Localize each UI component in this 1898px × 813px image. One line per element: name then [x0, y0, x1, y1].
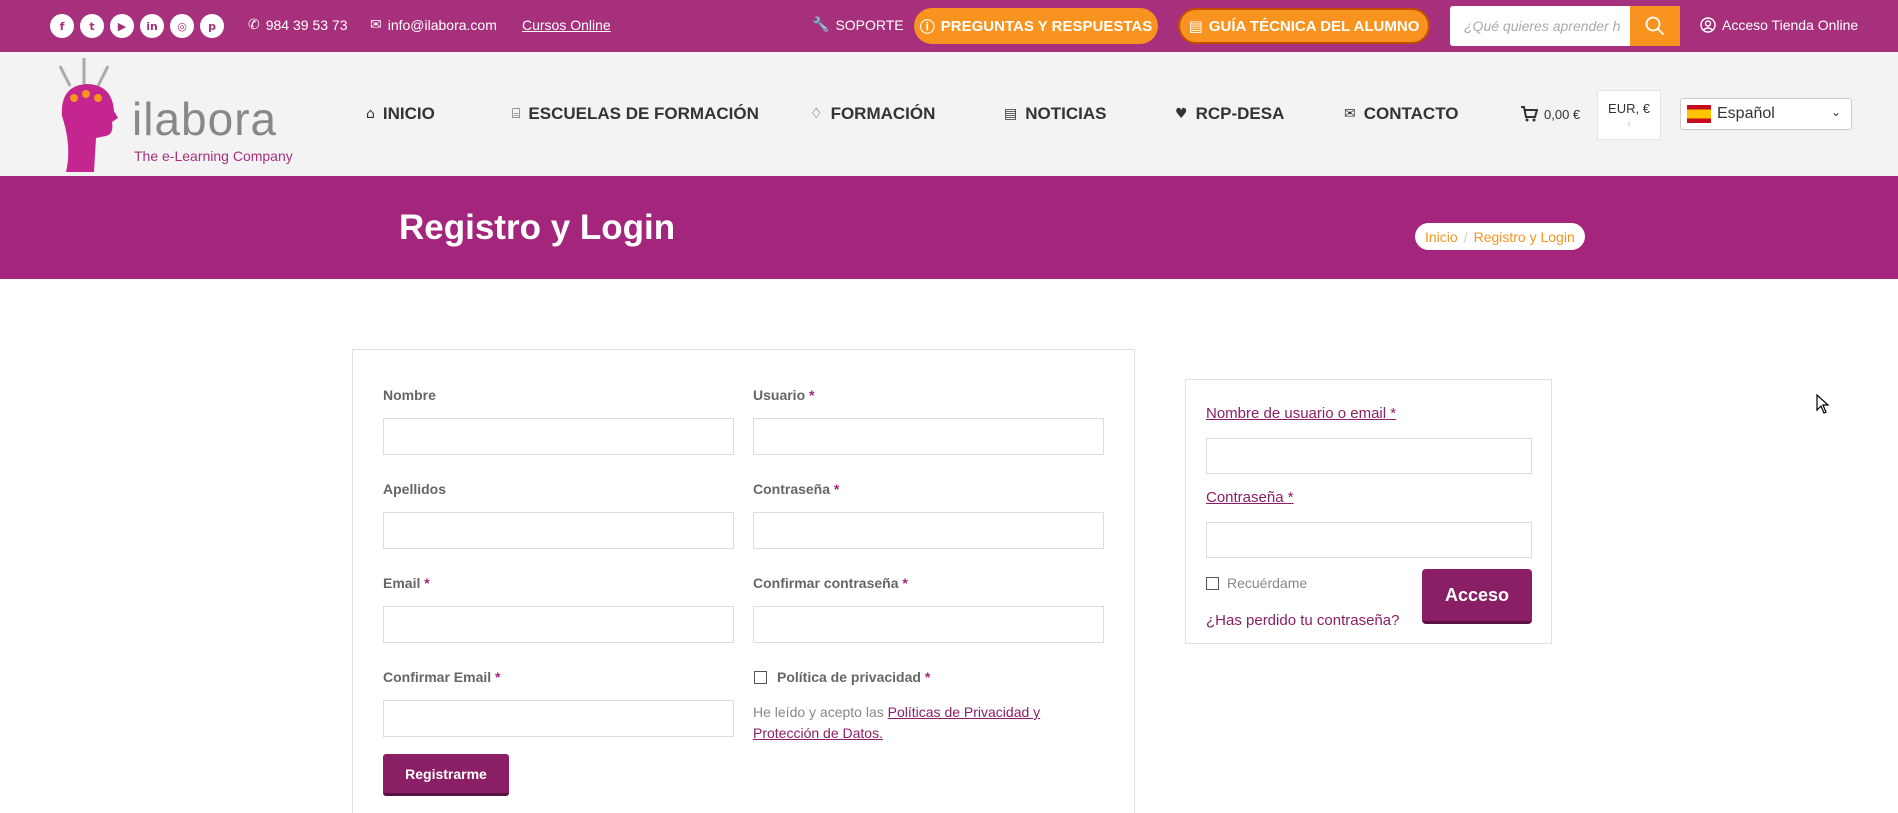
- breadcrumb-separator: /: [1463, 228, 1468, 245]
- cart-total: 0,00 €: [1544, 106, 1581, 122]
- home-icon: ⌂: [366, 106, 375, 122]
- support-label: SOPORTE: [835, 17, 904, 33]
- bank-icon: ⌸: [512, 106, 521, 122]
- nav-formacion[interactable]: ♢ FORMACIÓN: [810, 52, 935, 176]
- wrench-icon: 🔧: [812, 17, 830, 33]
- login-form: Nombre de usuario o email * Contraseña *…: [1185, 379, 1552, 644]
- login-username-label: Nombre de usuario o email *: [1206, 405, 1397, 422]
- breadcrumb-home[interactable]: Inicio: [1425, 229, 1458, 245]
- lost-password-link[interactable]: ¿Has perdido tu contraseña?: [1206, 612, 1399, 629]
- faq-button[interactable]: ⓘ PREGUNTAS Y RESPUESTAS: [914, 8, 1158, 44]
- envelope-icon: ✉: [1344, 106, 1356, 122]
- social-links: f t ▶ in ◎ p: [50, 14, 224, 38]
- twitter-icon[interactable]: t: [80, 14, 104, 38]
- registration-form: Nombre Usuario * Apellidos Contraseña * …: [352, 349, 1135, 813]
- cart-icon: [1521, 106, 1538, 122]
- nav-label: CONTACTO: [1363, 104, 1459, 123]
- head-logo-icon: [58, 58, 118, 172]
- remember-checkbox[interactable]: [1206, 576, 1219, 590]
- courses-link[interactable]: Cursos Online: [522, 17, 611, 33]
- privacy-checkbox[interactable]: [754, 671, 767, 684]
- store-access-link[interactable]: Acceso Tienda Online: [1700, 17, 1858, 33]
- phone-contact[interactable]: ✆ 984 39 53 73: [248, 17, 347, 33]
- heartbeat-icon: ♥: [1175, 106, 1188, 122]
- logo-wordmark: ilabora: [132, 93, 278, 145]
- nav-label: FORMACIÓN: [830, 104, 936, 123]
- nav-contacto[interactable]: ✉ CONTACTO: [1344, 52, 1459, 176]
- book-icon: ▤: [1188, 17, 1203, 35]
- login-password-label: Contraseña *: [1206, 489, 1294, 506]
- search-icon: [1645, 16, 1665, 36]
- cart-link[interactable]: 0,00 €: [1520, 52, 1580, 176]
- page-title: Registro y Login: [399, 208, 676, 247]
- ilabora-logo[interactable]: ilabora The e-Learning Company: [52, 56, 302, 174]
- login-button[interactable]: Acceso: [1422, 569, 1532, 624]
- confirm-email-field[interactable]: [383, 700, 734, 737]
- email-field[interactable]: [383, 606, 734, 643]
- store-access-label: Acceso Tienda Online: [1722, 17, 1859, 33]
- email-contact[interactable]: ✉ info@ilabora.com: [370, 17, 497, 33]
- confirm-password-field[interactable]: [753, 606, 1104, 643]
- envelope-icon: ✉: [370, 17, 382, 33]
- top-bar: f t ▶ in ◎ p ✆ 984 39 53 73 ✉ info@ilabo…: [0, 0, 1898, 52]
- login-username-field[interactable]: [1206, 438, 1532, 474]
- phone-number: 984 39 53 73: [265, 17, 348, 33]
- nav-rcp-desa[interactable]: ♥ RCP-DESA: [1175, 52, 1284, 176]
- newspaper-icon: ▤: [1004, 106, 1018, 122]
- confirm-password-label: Confirmar contraseña *: [753, 575, 908, 591]
- last-name-label: Apellidos: [383, 481, 447, 497]
- language-value: Español: [1717, 105, 1775, 122]
- search-input[interactable]: ¿Qué quieres aprender h: [1450, 6, 1630, 46]
- breadcrumb-current: Registro y Login: [1473, 228, 1575, 245]
- info-icon: ⓘ: [919, 17, 935, 36]
- phone-icon: ✆: [248, 17, 260, 33]
- facebook-icon[interactable]: f: [50, 14, 74, 38]
- graduation-cap-icon: ♢: [810, 106, 823, 122]
- guide-button[interactable]: ▤ GUÍA TÉCNICA DEL ALUMNO: [1178, 8, 1430, 44]
- nav-label: ESCUELAS DE FORMACIÓN: [528, 104, 759, 123]
- page-title-band: Registro y Login Inicio / Registro y Log…: [0, 176, 1898, 279]
- register-button[interactable]: Registrarme: [383, 754, 509, 796]
- logo-tagline: The e-Learning Company: [134, 148, 293, 164]
- currency-value: EUR, €: [1608, 101, 1650, 116]
- spain-flag-icon: [1687, 105, 1711, 123]
- email-address: info@ilabora.com: [387, 17, 497, 33]
- faq-label: PREGUNTAS Y RESPUESTAS: [940, 17, 1153, 35]
- nav-noticias[interactable]: ▤ NOTICIAS: [1004, 52, 1106, 176]
- nav-label: NOTICIAS: [1025, 104, 1107, 123]
- nav-escuelas[interactable]: ⌸ ESCUELAS DE FORMACIÓN: [512, 52, 759, 176]
- search-button[interactable]: [1630, 6, 1680, 46]
- password-label: Contraseña *: [753, 481, 840, 497]
- login-password-field[interactable]: [1206, 522, 1532, 558]
- first-name-field[interactable]: [383, 418, 734, 455]
- username-field[interactable]: [753, 418, 1104, 455]
- first-name-label: Nombre: [383, 387, 436, 403]
- confirm-email-label: Confirmar Email *: [383, 669, 501, 685]
- email-label: Email *: [383, 575, 430, 591]
- chevron-left-icon: ‹: [1627, 116, 1631, 130]
- currency-switcher[interactable]: EUR, € ‹: [1597, 90, 1661, 140]
- username-label: Usuario *: [753, 387, 815, 403]
- chevron-down-icon: ⌄: [1830, 105, 1841, 119]
- nav-inicio[interactable]: ⌂ INICIO: [366, 52, 435, 176]
- last-name-field[interactable]: [383, 512, 734, 549]
- linkedin-icon[interactable]: in: [140, 14, 164, 38]
- nav-label: INICIO: [382, 104, 435, 123]
- language-select[interactable]: Español ⌄: [1680, 98, 1852, 130]
- privacy-label: Política de privacidad *: [777, 669, 931, 685]
- pinterest-icon[interactable]: p: [200, 14, 224, 38]
- support-link[interactable]: 🔧 SOPORTE: [812, 17, 904, 33]
- remember-me[interactable]: Recuérdame: [1206, 575, 1307, 591]
- instagram-icon[interactable]: ◎: [170, 14, 194, 38]
- user-circle-icon: [1700, 17, 1716, 33]
- breadcrumb: Inicio / Registro y Login: [1415, 223, 1585, 250]
- remember-label: Recuérdame: [1227, 575, 1308, 591]
- guide-label: GUÍA TÉCNICA DEL ALUMNO: [1208, 17, 1420, 35]
- youtube-icon[interactable]: ▶: [110, 14, 134, 38]
- password-field[interactable]: [753, 512, 1104, 549]
- nav-label: RCP-DESA: [1195, 104, 1285, 123]
- mouse-cursor-icon: [1816, 394, 1830, 414]
- privacy-consent-text: He leído y acepto las Políticas de Priva…: [753, 704, 1041, 741]
